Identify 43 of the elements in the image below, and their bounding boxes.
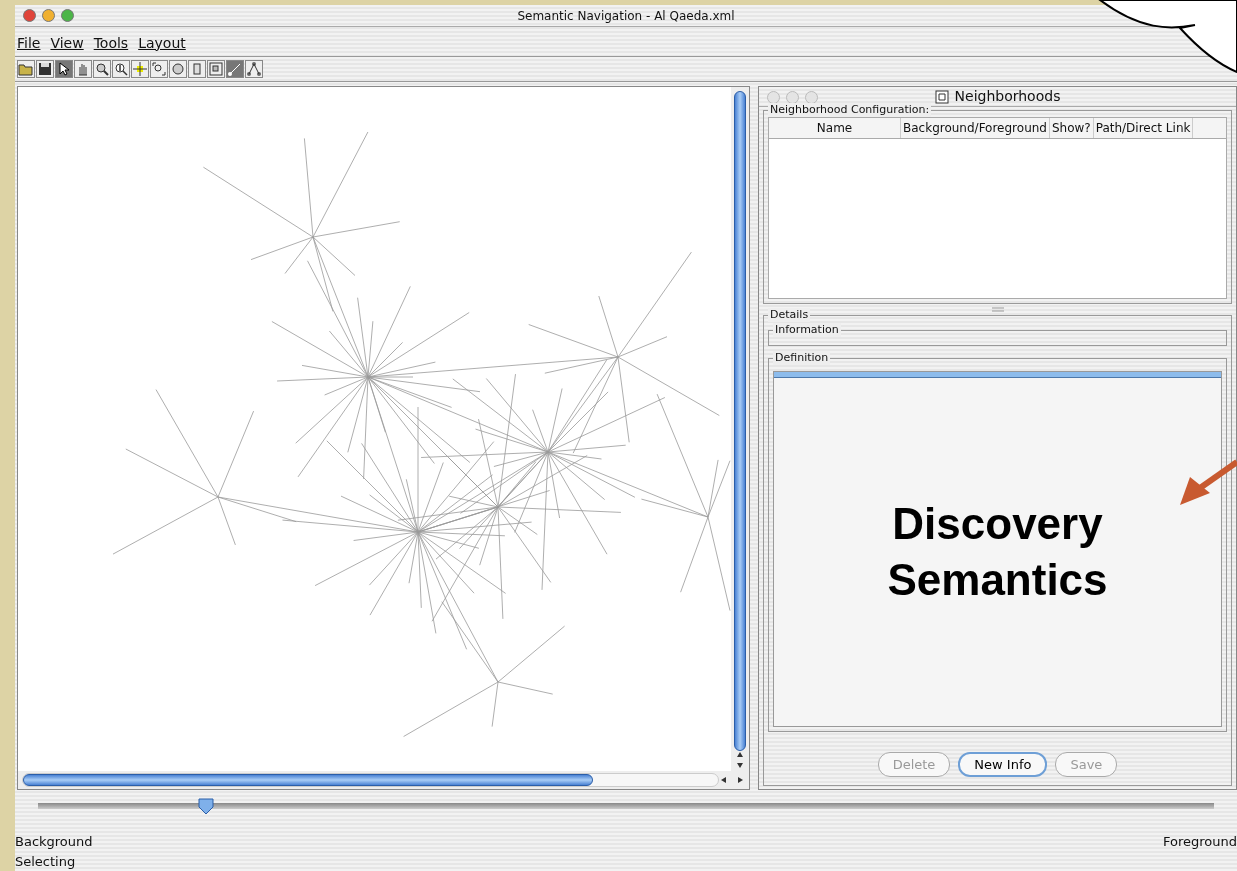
scroll-thumb[interactable]	[23, 774, 593, 786]
slider-thumb[interactable]	[196, 797, 215, 815]
pointer-icon	[56, 61, 72, 77]
folder-icon	[18, 61, 34, 77]
group-icon	[208, 61, 224, 77]
group-label: Details	[768, 308, 811, 322]
definition-field[interactable]: Discovery Semantics	[773, 371, 1222, 727]
group-label: Information	[773, 323, 841, 337]
toolbar-button[interactable]	[36, 60, 54, 78]
circle-icon	[170, 61, 186, 77]
menu-item[interactable]: Layout	[138, 33, 186, 54]
crosshair-icon	[132, 61, 148, 77]
close-button[interactable]	[23, 9, 36, 22]
vertical-scrollbar[interactable]	[731, 87, 749, 771]
column-header[interactable]: Background/Foreground	[901, 118, 1050, 138]
column-header[interactable]: Show?	[1049, 118, 1094, 138]
slider-label: Foreground	[1162, 833, 1237, 851]
menu-item[interactable]: File	[17, 33, 41, 54]
status-text: Selecting	[15, 852, 77, 871]
horizontal-scrollbar[interactable]	[18, 771, 749, 789]
edge-icon	[227, 61, 243, 77]
zoom-button[interactable]	[61, 9, 74, 22]
scroll-arrows-icon[interactable]	[719, 775, 745, 785]
minimize-button[interactable]	[42, 9, 55, 22]
menu-item[interactable]: Tools	[93, 33, 129, 54]
panel-title: Neighborhoods	[954, 87, 1061, 106]
toolbar-button[interactable]	[245, 60, 263, 78]
scroll-arrows-icon[interactable]	[736, 751, 744, 769]
window-icon	[934, 89, 949, 104]
group-label: Neighborhood Configuration:	[768, 103, 932, 117]
slider-label: Background	[15, 833, 93, 851]
dialog-button[interactable]: New Info	[958, 751, 1048, 777]
window-title: Semantic Navigation - Al Qaeda.xml	[517, 7, 735, 25]
splitter-handle-icon[interactable]	[991, 307, 1004, 312]
caption-text: Discovery Semantics	[886, 497, 1109, 606]
pointer-arrow-drawing	[1180, 459, 1237, 505]
column-header[interactable]: Path/Direct Link	[1093, 118, 1194, 138]
group-label: Definition	[773, 351, 831, 365]
column-header[interactable]: Name	[769, 118, 901, 138]
menu-item[interactable]: View	[50, 33, 84, 54]
toolbar-button[interactable]	[55, 60, 73, 78]
scroll-thumb[interactable]	[734, 91, 746, 751]
tree-icon	[246, 61, 262, 77]
